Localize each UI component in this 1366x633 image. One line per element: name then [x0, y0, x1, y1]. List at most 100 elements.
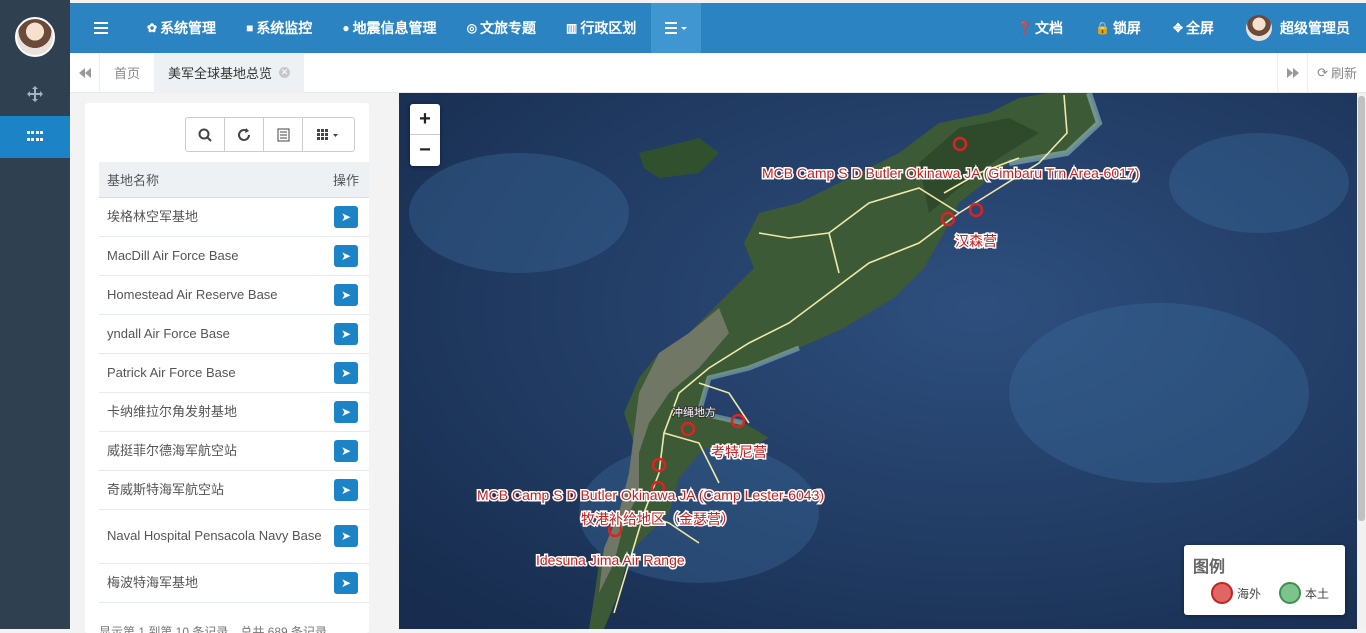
- menu-item-culture-tourism[interactable]: ◎ 文旅专题: [452, 3, 551, 53]
- table-row[interactable]: 梅波特海军基地 ➤: [99, 563, 369, 603]
- menu-toggle-button[interactable]: [70, 3, 132, 53]
- marker-label: MCB Camp S D Butler Okinawa JA (Camp Les…: [477, 487, 824, 503]
- move-icon[interactable]: [0, 72, 70, 116]
- question-icon: ❓: [1017, 21, 1032, 35]
- toggle-view-button[interactable]: [264, 118, 303, 151]
- pagination-info: 显示第 1 到第 10 条记录，总共 689 条记录: [99, 625, 328, 633]
- table-row[interactable]: MacDill Air Force Base ➤: [99, 236, 369, 276]
- top-navbar: ✿ 系统管理 ■ 系统监控 ● 地震信息管理 ◎ 文旅专题 ▥ 行政区划 ❓ 文档 🔒 锁屏 …: [70, 3, 1366, 53]
- base-name: 威挺菲尔德海军航空站: [99, 431, 323, 471]
- locate-button[interactable]: ➤: [334, 361, 358, 384]
- user-avatar: [1246, 15, 1272, 41]
- locate-button[interactable]: ➤: [334, 571, 358, 594]
- tab-home[interactable]: 首页: [100, 53, 154, 93]
- legend-title: 图例: [1193, 559, 1226, 576]
- menu-more-dropdown[interactable]: [651, 3, 702, 53]
- menu-item-system-monitor[interactable]: ■ 系统监控: [231, 3, 327, 53]
- menu-label: 文旅专题: [480, 20, 537, 36]
- columns-icon: [316, 128, 338, 140]
- lock-screen-button[interactable]: 🔒 锁屏: [1079, 3, 1157, 53]
- send-icon: ➤: [340, 209, 352, 224]
- close-icon[interactable]: ✕: [279, 67, 291, 78]
- col-header-op: 操作: [323, 162, 369, 198]
- tab-us-bases-overview[interactable]: 美军全球基地总览 ✕: [154, 52, 305, 93]
- table-row[interactable]: 威挺菲尔德海军航空站 ➤: [99, 431, 369, 471]
- marker-label: Idesuna Jima Air Range: [536, 552, 685, 568]
- table-row[interactable]: Patrick Air Force Base ➤: [99, 353, 369, 393]
- video-icon: ■: [246, 21, 254, 35]
- map-scrollbar[interactable]: [1357, 93, 1366, 629]
- zoom-control: + −: [410, 104, 440, 166]
- table-row[interactable]: Homestead Air Reserve Base ➤: [99, 275, 369, 315]
- menu-item-admin-division[interactable]: ▥ 行政区划: [551, 3, 651, 53]
- legend-label: 本土: [1305, 586, 1330, 601]
- table-row[interactable]: 奇威斯特海军航空站 ➤: [99, 470, 369, 510]
- menu-label: 行政区划: [580, 20, 637, 36]
- col-header-name[interactable]: 基地名称: [99, 162, 323, 198]
- refresh-tab-button[interactable]: ⟳ 刷新: [1307, 52, 1366, 93]
- menu-label: 系统监控: [256, 20, 313, 36]
- grid-icon: [27, 131, 43, 141]
- locate-button[interactable]: ➤: [334, 205, 358, 228]
- base-name: 卡纳维拉尔角发射基地: [99, 392, 323, 432]
- double-right-icon: [1286, 67, 1299, 78]
- scrollbar-thumb[interactable]: [1358, 96, 1365, 521]
- menu-label: 系统管理: [160, 20, 217, 36]
- locate-button[interactable]: ➤: [334, 244, 358, 267]
- columns-dropdown-button[interactable]: [303, 118, 354, 151]
- search-button[interactable]: [186, 118, 225, 151]
- zoom-out-button[interactable]: −: [410, 135, 440, 166]
- table-row[interactable]: 卡纳维拉尔角发射基地 ➤: [99, 392, 369, 432]
- lock-label: 锁屏: [1112, 20, 1141, 36]
- menu-label: 地震信息管理: [352, 20, 437, 36]
- globe-icon: ◎: [466, 21, 478, 35]
- username: 超级管理员: [1280, 20, 1350, 36]
- menu-item-earthquake[interactable]: ● 地震信息管理: [327, 3, 451, 53]
- send-icon: ➤: [340, 482, 352, 497]
- table-row[interactable]: Naval Hospital Pensacola Navy Base ➤: [99, 509, 369, 564]
- send-icon: ➤: [340, 326, 352, 341]
- locate-button[interactable]: ➤: [334, 525, 358, 547]
- sidebar-item-dashboard[interactable]: [0, 116, 70, 158]
- base-name: Naval Hospital Pensacola Navy Base: [99, 509, 323, 564]
- locate-button[interactable]: ➤: [334, 283, 358, 306]
- refresh-label: 刷新: [1330, 66, 1357, 81]
- region-label: 冲绳地方: [672, 405, 716, 419]
- menu-item-system-manage[interactable]: ✿ 系统管理: [132, 3, 231, 53]
- docs-label: 文档: [1034, 20, 1063, 36]
- docs-button[interactable]: ❓ 文档: [1001, 3, 1079, 53]
- hamburger-icon: [94, 22, 108, 34]
- locate-button[interactable]: ➤: [334, 400, 358, 423]
- fullscreen-button[interactable]: ✥ 全屏: [1157, 3, 1230, 53]
- base-table: 基地名称 操作 埃格林空军基地 ➤ MacDill Air Force Base ➤ …: [99, 162, 369, 603]
- lock-icon: 🔒: [1094, 21, 1110, 35]
- refresh-icon: [238, 127, 250, 141]
- map-view[interactable]: MCB Camp S D Butler Okinawa JA (Gimbaru …: [399, 93, 1366, 629]
- base-name: 梅波特海军基地: [99, 563, 323, 603]
- main-menu: ✿ 系统管理 ■ 系统监控 ● 地震信息管理 ◎ 文旅专题 ▥ 行政区划: [132, 3, 702, 53]
- table-row[interactable]: yndall Air Force Base ➤: [99, 314, 369, 354]
- table-row[interactable]: 埃格林空军基地 ➤: [99, 197, 369, 237]
- search-icon: [198, 128, 212, 142]
- locate-button[interactable]: ➤: [334, 322, 358, 345]
- base-list-panel: 基地名称 操作 埃格林空军基地 ➤ MacDill Air Force Base ➤ …: [70, 93, 399, 633]
- refresh-button[interactable]: [225, 118, 264, 151]
- base-name: Patrick Air Force Base: [99, 353, 323, 393]
- base-name: MacDill Air Force Base: [99, 236, 323, 276]
- list-icon: [665, 22, 688, 34]
- tab-scroll-left-button[interactable]: [70, 52, 100, 93]
- tab-label: 首页: [114, 66, 141, 81]
- zoom-in-button[interactable]: +: [410, 104, 440, 135]
- locate-button[interactable]: ➤: [334, 478, 358, 501]
- send-icon: ➤: [340, 365, 352, 380]
- refresh-icon: ⟳: [1317, 64, 1328, 80]
- tab-scroll-right-button[interactable]: [1277, 52, 1307, 93]
- legend-item-overseas: 海外: [1211, 582, 1261, 604]
- locate-button[interactable]: ➤: [334, 439, 358, 462]
- legend-item-mainland: 本土: [1279, 582, 1329, 604]
- marker-label: 汉森营: [955, 233, 997, 249]
- avatar[interactable]: [15, 17, 55, 57]
- user-menu[interactable]: 超级管理员: [1230, 3, 1366, 53]
- legend-label: 海外: [1237, 586, 1262, 601]
- marker-label: MCB Camp S D Butler Okinawa JA (Gimbaru …: [762, 165, 1139, 181]
